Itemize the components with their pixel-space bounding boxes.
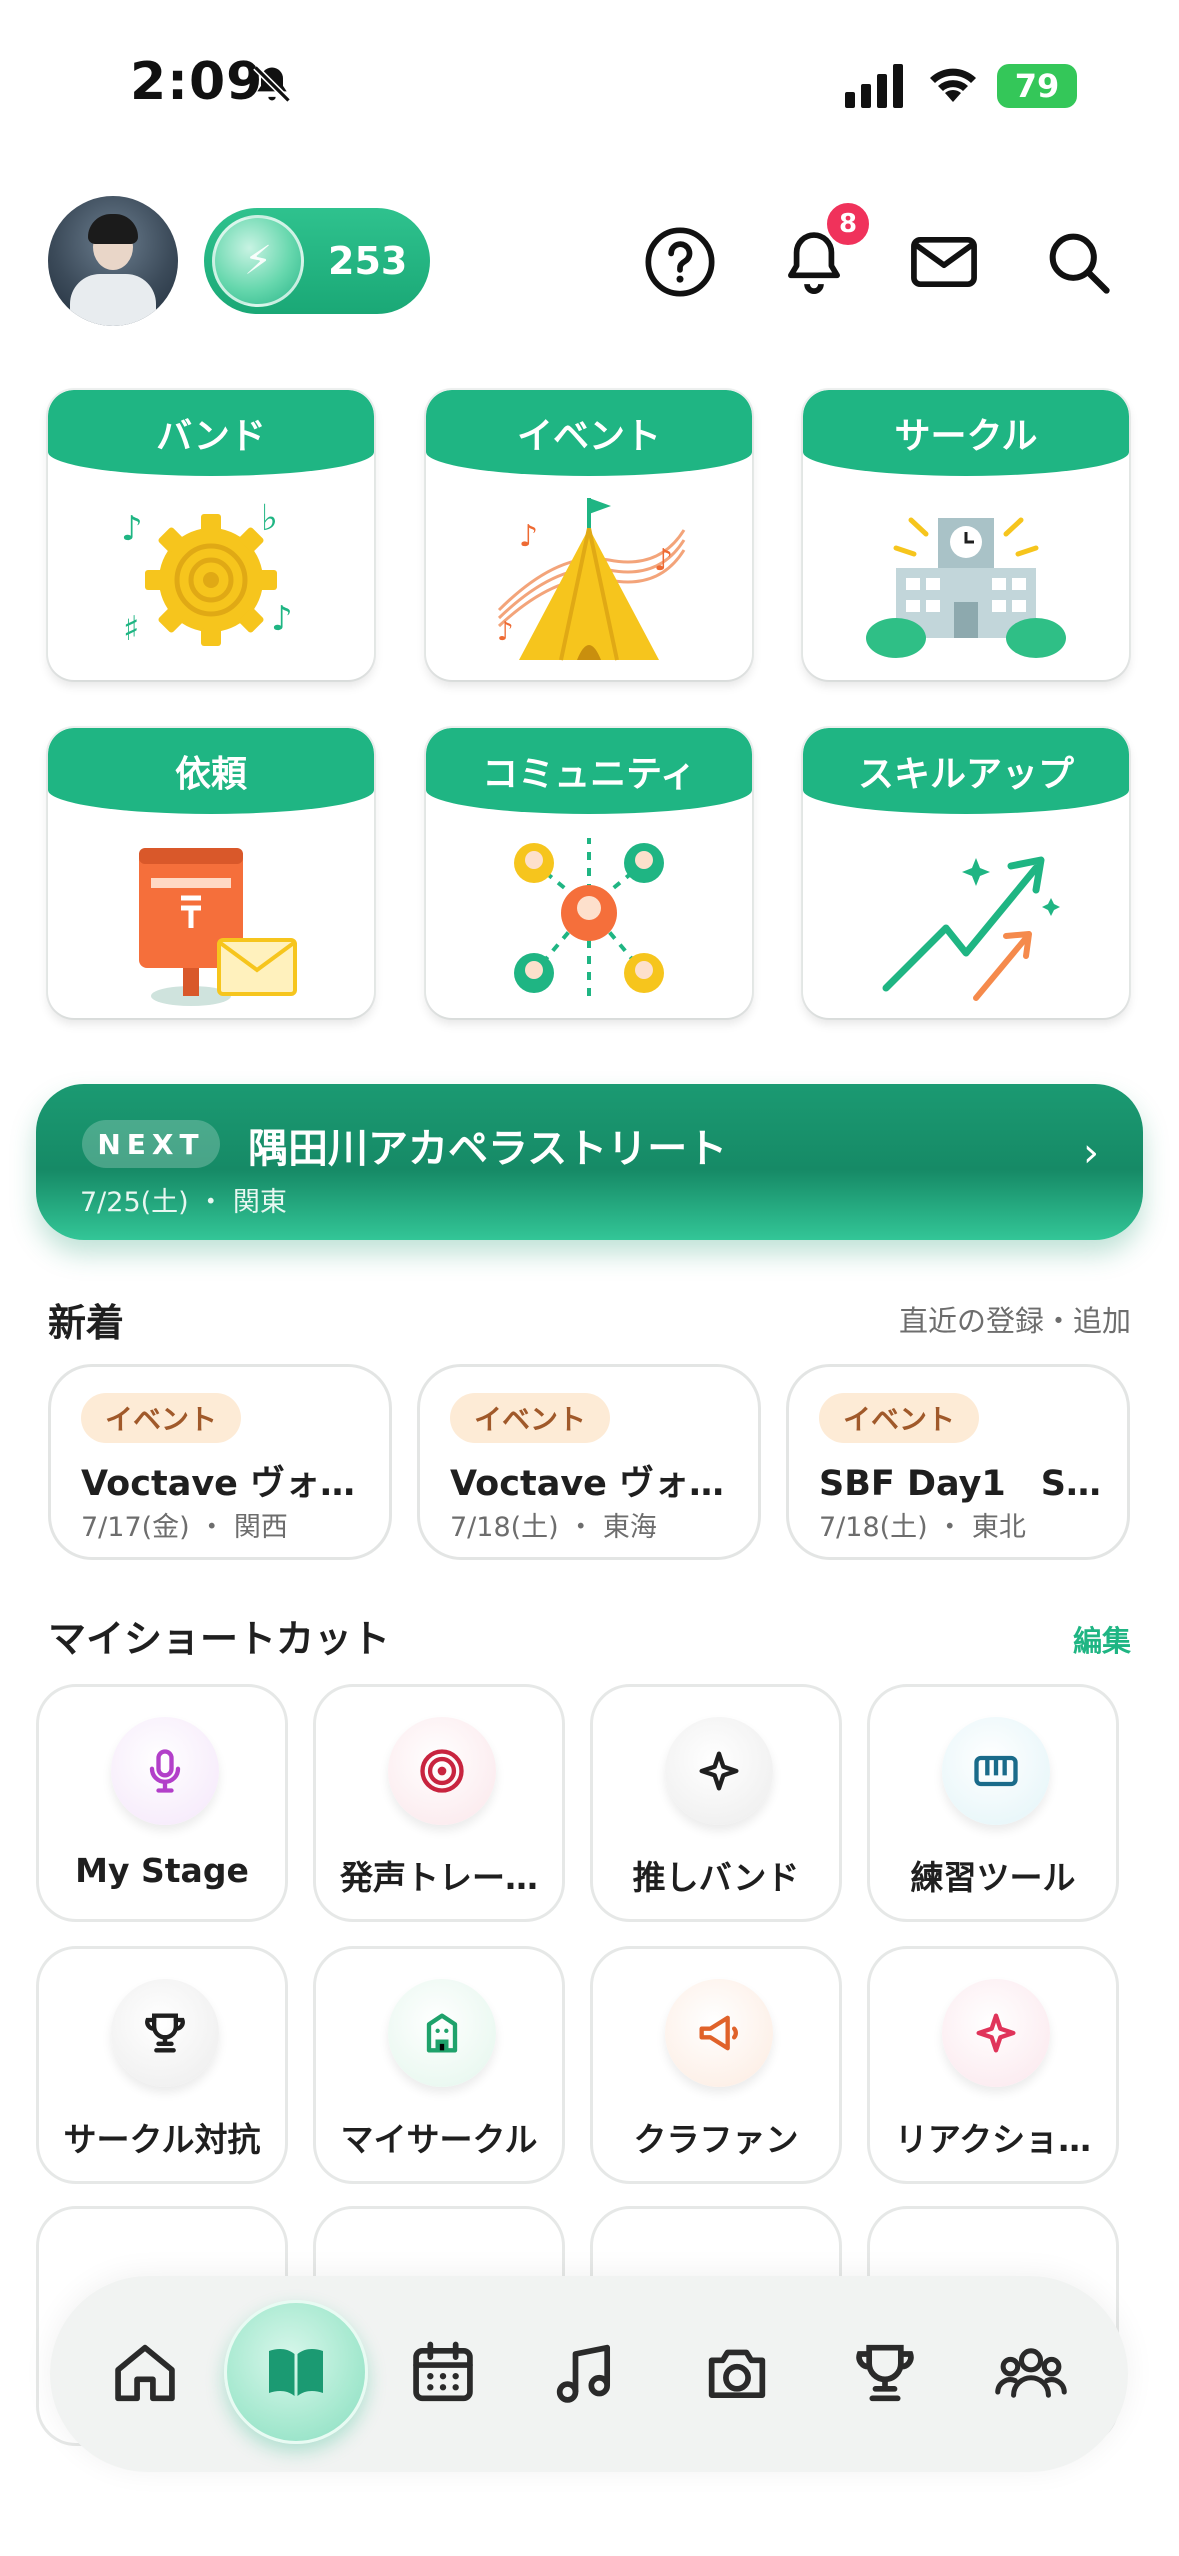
home-icon — [115, 2344, 175, 2402]
nav-music[interactable] — [540, 2328, 630, 2418]
cellular-signal-icon — [845, 64, 903, 108]
school-building-icon — [866, 517, 1066, 658]
event-tag: イベント — [819, 1393, 980, 1443]
help-icon[interactable] — [642, 224, 718, 300]
svg-text:♪: ♪ — [497, 617, 514, 647]
svg-text:♭: ♭ — [261, 498, 278, 539]
trophy-icon — [145, 2013, 185, 2053]
shortcut-reactions[interactable]: リアクショ… — [867, 1946, 1119, 2184]
sparkle-icon — [699, 1751, 739, 1791]
category-skillup[interactable]: スキルアップ — [803, 728, 1129, 1018]
status-time: 2:09 — [130, 52, 264, 112]
calendar-icon — [413, 2341, 473, 2402]
battery-indicator: 79 — [997, 64, 1077, 108]
community-network-icon — [514, 838, 664, 998]
shortcut-label: 練習ツール — [910, 1858, 1076, 1897]
mail-icon[interactable] — [906, 224, 982, 300]
new-item-meta: 7/18(土) ・ 東北 — [819, 1512, 1026, 1543]
event-tag: イベント — [450, 1393, 611, 1443]
notification-badge: 8 — [824, 200, 872, 248]
new-item-meta: 7/18(土) ・ 東海 — [450, 1512, 657, 1543]
shortcut-label: マイサークル — [340, 2120, 538, 2159]
growth-arrows-icon — [882, 856, 1060, 1001]
category-circle[interactable]: サークル — [803, 390, 1129, 680]
shortcuts-title: マイショートカット — [48, 1617, 391, 1661]
svg-text:♯: ♯ — [123, 609, 139, 649]
bell-muted-icon — [253, 65, 291, 103]
coin-balance[interactable]: ⚡ 253 — [204, 208, 430, 314]
shortcut-label: リアクショ… — [894, 2120, 1092, 2159]
category-label: サークル — [803, 390, 1129, 476]
status-bar: 2:09 79 — [0, 0, 1179, 170]
star-icon — [976, 2013, 1016, 2053]
new-item-card[interactable]: イベント Voctave ヴォ… 7/17(金) ・ 関西 — [48, 1364, 392, 1560]
gear-music-icon: ♪ ♭ ♯ ♪ — [121, 498, 293, 649]
next-event-subtitle: 7/25(土) ・ 関東 — [80, 1187, 287, 1218]
category-label: バンド — [48, 390, 374, 476]
new-item-card[interactable]: イベント SBF Day1 S… 7/18(土) ・ 東北 — [786, 1364, 1130, 1560]
shortcut-crowdfunding[interactable]: クラファン — [590, 1946, 842, 2184]
svg-text:♪: ♪ — [654, 543, 673, 578]
category-event[interactable]: イベント ♪ ♪ ♪ — [426, 390, 752, 680]
category-label: スキルアップ — [803, 728, 1129, 814]
shortcut-my-circle[interactable]: マイサークル — [313, 1946, 565, 2184]
new-section-link[interactable]: 直近の登録・追加 — [899, 1298, 1131, 1340]
chevron-right-icon: › — [1083, 1130, 1099, 1176]
microphone-icon — [149, 1749, 181, 1793]
new-section-title: 新着 — [48, 1301, 125, 1345]
shortcut-label: サークル対抗 — [63, 2120, 261, 2159]
nav-home[interactable] — [100, 2328, 190, 2418]
nav-guide[interactable] — [224, 2300, 368, 2444]
book-icon — [269, 2349, 323, 2396]
shortcut-my-stage[interactable]: My Stage — [36, 1684, 288, 1922]
category-label: 依頼 — [48, 728, 374, 814]
nav-community[interactable] — [986, 2328, 1076, 2418]
shortcut-practice-tools[interactable]: 練習ツール — [867, 1684, 1119, 1922]
new-item-meta: 7/17(金) ・ 関西 — [81, 1512, 288, 1543]
nav-camera[interactable] — [692, 2328, 782, 2418]
svg-text:♪: ♪ — [271, 599, 293, 639]
svg-text:♪: ♪ — [519, 519, 538, 554]
new-item-name: Voctave ヴォ… — [81, 1464, 356, 1504]
svg-text:♪: ♪ — [121, 509, 143, 549]
music-note-icon — [556, 2344, 611, 2403]
building-icon — [426, 2013, 458, 2053]
people-icon — [995, 2348, 1067, 2398]
next-badge: NEXT — [82, 1120, 220, 1168]
category-band[interactable]: バンド ♪ ♭ ♯ ♪ — [48, 390, 374, 680]
postbox-icon — [139, 848, 297, 1006]
next-event-banner[interactable]: NEXT 隅田川アカペラストリート 7/25(土) ・ 関東 › — [36, 1084, 1143, 1240]
target-icon — [420, 1749, 464, 1793]
category-community[interactable]: コミュニティ — [426, 728, 752, 1018]
shortcut-label: クラファン — [633, 2120, 799, 2159]
circus-tent-icon: ♪ ♪ ♪ — [497, 498, 686, 661]
next-event-title: 隅田川アカペラストリート — [248, 1126, 728, 1172]
shortcut-favorite-band[interactable]: 推しバンド — [590, 1684, 842, 1922]
bottom-nav — [50, 2276, 1128, 2472]
megaphone-icon — [699, 2015, 738, 2051]
shortcut-label: 発声トレー… — [340, 1858, 538, 1897]
new-item-name: SBF Day1 S… — [819, 1464, 1101, 1504]
camera-icon — [708, 2349, 766, 2399]
new-item-card[interactable]: イベント Voctave ヴォ… 7/18(土) ・ 東海 — [417, 1364, 761, 1560]
shortcut-circle-battle[interactable]: サークル対抗 — [36, 1946, 288, 2184]
coin-count: 253 — [328, 239, 408, 283]
search-icon[interactable] — [1040, 224, 1116, 300]
event-tag: イベント — [81, 1393, 242, 1443]
category-request[interactable]: 依頼 — [48, 728, 374, 1018]
category-label: コミュニティ — [426, 728, 752, 814]
shortcut-label: My Stage — [75, 1851, 249, 1890]
shortcut-voice-training[interactable]: 発声トレー… — [313, 1684, 565, 1922]
shortcut-label: 推しバンド — [632, 1858, 800, 1897]
new-item-name: Voctave ヴォ… — [450, 1464, 725, 1504]
keyboard-icon — [974, 1755, 1018, 1787]
shortcuts-edit-button[interactable]: 編集 — [1073, 1618, 1131, 1660]
avatar[interactable] — [48, 196, 178, 326]
nav-calendar[interactable] — [398, 2328, 488, 2418]
category-label: イベント — [426, 390, 752, 476]
trophy-icon — [856, 2344, 914, 2402]
wifi-icon — [930, 68, 976, 102]
nav-ranking[interactable] — [840, 2328, 930, 2418]
coin-icon: ⚡ — [212, 215, 304, 307]
